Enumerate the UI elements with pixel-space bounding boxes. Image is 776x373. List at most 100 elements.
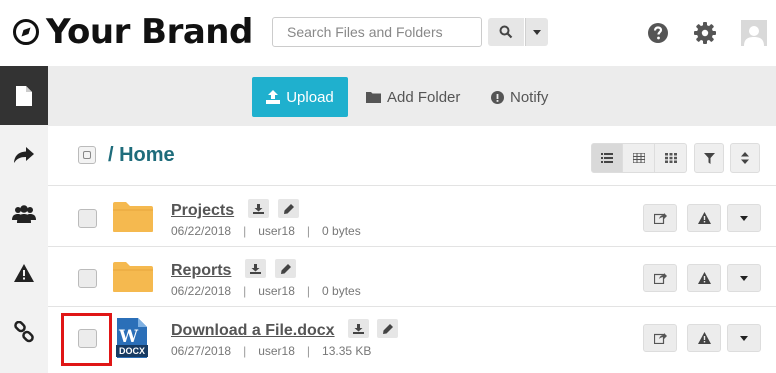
- rename-button[interactable]: [278, 199, 299, 218]
- search-button[interactable]: [488, 18, 524, 46]
- download-button[interactable]: [348, 319, 369, 338]
- filter-button[interactable]: [694, 143, 724, 173]
- external-share-icon: [653, 333, 667, 344]
- compass-icon: [13, 19, 39, 45]
- upload-label: Upload: [286, 88, 334, 106]
- caret-down-icon: [533, 29, 541, 35]
- warning-icon: [697, 212, 711, 224]
- pencil-icon: [283, 203, 294, 214]
- sidebar-item-links[interactable]: [0, 302, 48, 361]
- warning-icon: [697, 272, 711, 284]
- select-all-checkbox[interactable]: [78, 146, 96, 164]
- share-link-button[interactable]: [643, 264, 677, 292]
- file-owner: user18: [258, 284, 295, 298]
- pencil-icon: [280, 263, 291, 274]
- grid-view-button[interactable]: [623, 143, 655, 173]
- info-icon: [491, 90, 504, 104]
- folder-icon: [113, 202, 153, 232]
- file-icon: [16, 85, 32, 106]
- table-row[interactable]: Reports 06/22/2018 | user18 | 0 bytes: [48, 247, 776, 307]
- file-date: 06/27/2018: [171, 344, 232, 358]
- file-size: 0 bytes: [322, 224, 361, 238]
- share-link-button[interactable]: [643, 324, 677, 352]
- user-avatar[interactable]: [741, 20, 767, 46]
- table-row[interactable]: Projects 06/22/2018 | user18 | 0 bytes: [48, 187, 776, 247]
- sidebar-item-files[interactable]: [0, 66, 48, 125]
- more-actions-button[interactable]: [727, 324, 761, 352]
- app-header: Your Brand: [0, 0, 776, 66]
- breadcrumb-bar: / Home: [48, 126, 776, 186]
- sort-button[interactable]: [730, 143, 760, 173]
- settings-button[interactable]: [693, 21, 717, 45]
- sidebar-item-alerts[interactable]: [0, 243, 48, 302]
- file-type-badge: DOCX: [116, 345, 148, 357]
- external-share-icon: [653, 273, 667, 284]
- share-icon: [14, 146, 34, 163]
- breadcrumb[interactable]: / Home: [108, 144, 175, 167]
- folder-icon: [113, 262, 153, 292]
- row-checkbox[interactable]: [78, 209, 97, 228]
- list-icon: [601, 153, 613, 163]
- report-button[interactable]: [687, 324, 721, 352]
- action-toolbar: Upload Add Folder Notify: [48, 66, 776, 126]
- download-icon: [253, 203, 264, 214]
- help-icon: [648, 23, 668, 43]
- sidebar-item-shared[interactable]: [0, 125, 48, 184]
- caret-down-icon: [740, 275, 748, 281]
- download-icon: [353, 323, 364, 334]
- rename-button[interactable]: [377, 319, 398, 338]
- search-input[interactable]: [272, 17, 482, 47]
- folder-icon: [366, 92, 381, 103]
- file-size: 0 bytes: [322, 284, 361, 298]
- search-options-button[interactable]: [525, 18, 548, 46]
- sort-icon: [741, 152, 749, 164]
- report-button[interactable]: [687, 204, 721, 232]
- brand-logo[interactable]: Your Brand: [12, 12, 253, 52]
- more-actions-button[interactable]: [727, 204, 761, 232]
- download-button[interactable]: [248, 199, 269, 218]
- file-name-link[interactable]: Download a File.docx: [171, 322, 335, 340]
- filter-icon: [703, 152, 715, 164]
- highlight-box: [61, 313, 112, 366]
- help-button[interactable]: [646, 21, 670, 45]
- file-owner: user18: [258, 344, 295, 358]
- pencil-icon: [382, 323, 393, 334]
- link-icon: [14, 320, 34, 342]
- file-name-link[interactable]: Reports: [171, 262, 231, 280]
- upload-icon: [266, 90, 281, 104]
- file-meta: 06/27/2018 | user18 | 13.35 KB: [171, 344, 372, 358]
- sidebar: [0, 66, 48, 373]
- file-date: 06/22/2018: [171, 224, 232, 238]
- users-icon: [12, 204, 36, 223]
- add-folder-button[interactable]: Add Folder: [366, 77, 460, 117]
- caret-down-icon: [740, 215, 748, 221]
- thumbnail-view-button[interactable]: [655, 143, 687, 173]
- external-share-icon: [653, 213, 667, 224]
- row-checkbox[interactable]: [78, 269, 97, 288]
- user-avatar-icon: [744, 26, 764, 46]
- more-actions-button[interactable]: [727, 264, 761, 292]
- upload-button[interactable]: Upload: [252, 77, 348, 117]
- view-mode-group: [591, 143, 687, 173]
- add-folder-label: Add Folder: [387, 88, 461, 106]
- rename-button[interactable]: [275, 259, 296, 278]
- file-size: 13.35 KB: [322, 344, 372, 358]
- sidebar-item-users[interactable]: [0, 184, 48, 243]
- report-button[interactable]: [687, 264, 721, 292]
- download-button[interactable]: [245, 259, 266, 278]
- caret-down-icon: [740, 335, 748, 341]
- svg-text:W: W: [118, 327, 139, 347]
- search-icon: [499, 25, 513, 39]
- list-view-button[interactable]: [591, 143, 623, 173]
- file-meta: 06/22/2018 | user18 | 0 bytes: [171, 224, 361, 238]
- file-name-link[interactable]: Projects: [171, 202, 234, 220]
- notify-button[interactable]: Notify: [491, 77, 548, 117]
- warning-icon: [697, 332, 711, 344]
- share-link-button[interactable]: [643, 204, 677, 232]
- file-owner: user18: [258, 224, 295, 238]
- grid-icon: [632, 153, 645, 163]
- file-date: 06/22/2018: [171, 284, 232, 298]
- gear-icon: [694, 22, 716, 44]
- table-row[interactable]: W DOCX Download a File.docx 06/27/2018 | …: [48, 307, 776, 367]
- thumbnails-icon: [664, 153, 677, 163]
